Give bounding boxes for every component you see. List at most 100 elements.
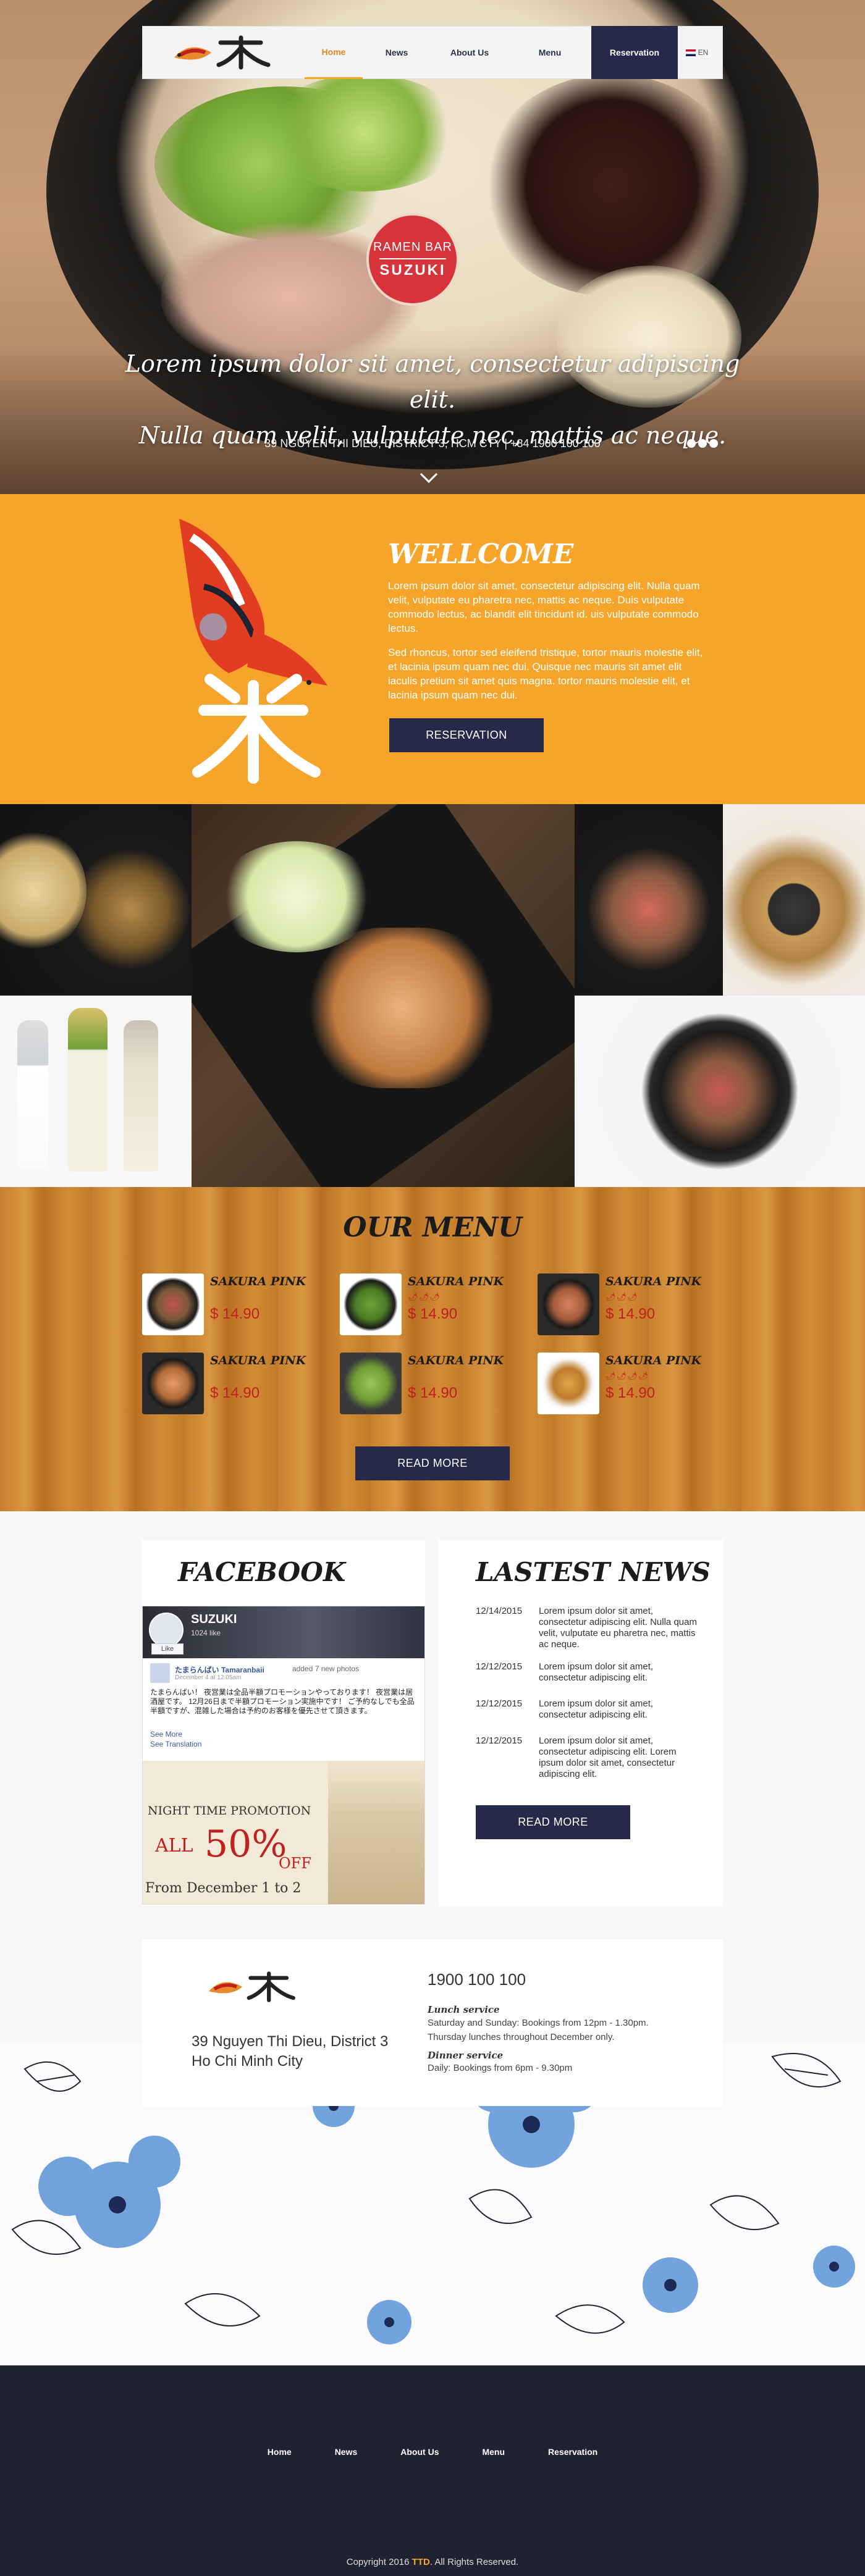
menu-item-chili-icon: 🌶🌶🌶	[606, 1292, 638, 1301]
menu-item-chili-icon: 🌶🌶🌶🌶	[606, 1371, 649, 1380]
welcome-section: WELLCOME Lorem ipsum dolor sit amet, con…	[0, 494, 865, 804]
lunch-service-line-1: Saturday and Sunday: Bookings from 12pm …	[428, 2018, 649, 2028]
promo-image-2[interactable]	[328, 1761, 424, 1904]
menu-item-image	[538, 1353, 599, 1414]
promo-off: OFF	[279, 1855, 311, 1872]
facebook-page-name: SUZUKI	[191, 1613, 237, 1626]
news-item[interactable]: 12/14/2015 Lorem ipsum dolor sit amet, c…	[476, 1606, 698, 1650]
copyright: Copyright 2016 TTD. All Rights Reserved.	[0, 2557, 865, 2567]
promo-title: NIGHT TIME PROMOTION	[148, 1804, 311, 1818]
site-logo[interactable]	[143, 26, 305, 79]
menu-item-price: $ 14.90	[606, 1306, 656, 1322]
news-date: 12/12/2015	[476, 1661, 523, 1672]
menu-item-price: $ 14.90	[408, 1306, 458, 1322]
slider-dot[interactable]	[687, 439, 696, 448]
language-selector[interactable]: EN	[678, 26, 716, 79]
footer-nav-home[interactable]: Home	[268, 2447, 292, 2457]
copyright-brand[interactable]: TTD	[412, 2557, 430, 2567]
news-date: 12/12/2015	[476, 1735, 523, 1746]
post-date: December 4 at 12:05am	[175, 1674, 242, 1681]
news-item[interactable]: 12/12/2015 Lorem ipsum dolor sit amet, c…	[476, 1698, 698, 1723]
news-read-more-button[interactable]: READ MORE	[476, 1805, 630, 1839]
reservation-button[interactable]: RESERVATION	[389, 718, 544, 752]
nav-news[interactable]: News	[363, 26, 431, 79]
promo-image[interactable]: NIGHT TIME PROMOTION ALL 50% OFF From De…	[143, 1761, 328, 1904]
footer-nav-menu[interactable]: Menu	[482, 2447, 505, 2457]
menu-title: OUR MENU	[343, 1212, 522, 1243]
facebook-like-button[interactable]: Like	[151, 1643, 184, 1655]
nav-menu[interactable]: Menu	[508, 26, 591, 79]
news-date: 12/12/2015	[476, 1698, 523, 1709]
facebook-panel: FACEBOOK SUZUKI 1024 like Like たまらんばい Ta…	[142, 1540, 425, 1906]
menu-item-name: SAKURA PINK	[606, 1275, 702, 1288]
news-text: Lorem ipsum dolor sit amet, consectetur …	[539, 1735, 677, 1779]
menu-item[interactable]: SAKURA PINK 🌶🌶🌶 $ 14.90	[538, 1273, 735, 1335]
menu-item-name: SAKURA PINK	[408, 1275, 504, 1288]
promo-percent: 50%	[205, 1823, 287, 1866]
gallery-image-seaweed-bowl[interactable]	[723, 804, 865, 996]
dinner-service-title: Dinner service	[428, 2050, 504, 2061]
promo-dates: From December 1 to 2	[145, 1881, 302, 1896]
menu-read-more-button[interactable]: READ MORE	[355, 1446, 510, 1480]
contact-address-line-1: 39 Nguyen Thi Dieu, District 3	[192, 2033, 389, 2050]
menu-item[interactable]: SAKURA PINK $ 14.90	[340, 1353, 538, 1414]
news-item[interactable]: 12/12/2015 Lorem ipsum dolor sit amet, c…	[476, 1735, 698, 1780]
see-more-link[interactable]: See More	[150, 1730, 182, 1739]
scallions-image-2	[266, 74, 463, 191]
facebook-widget[interactable]: SUZUKI 1024 like Like たまらんばい Tamaranbaii…	[142, 1606, 425, 1905]
nav-about-us[interactable]: About Us	[431, 26, 508, 79]
badge-top-text: RAMEN BAR	[373, 240, 452, 254]
contact-phone[interactable]: 1900 100 100	[428, 1970, 526, 1989]
dinner-service-line-1: Daily: Bookings from 6pm - 9.30pm	[428, 2063, 573, 2073]
welcome-title: WELLCOME	[388, 539, 574, 570]
news-date: 12/14/2015	[476, 1606, 523, 1616]
lunch-service-line-2: Thursday lunches throughout December onl…	[428, 2032, 615, 2042]
language-label: EN	[698, 48, 709, 57]
menu-item-image	[538, 1273, 599, 1335]
slider-dot[interactable]	[709, 439, 718, 448]
gallery-image-sake-bottles[interactable]	[0, 996, 192, 1187]
footer-nav-reservation[interactable]: Reservation	[548, 2447, 597, 2457]
ramen-bar-badge: RAMEN BAR SUZUKI	[366, 213, 459, 306]
menu-item-image	[340, 1273, 402, 1335]
see-translation-link[interactable]: See Translation	[150, 1740, 201, 1748]
gallery-image-gyoza[interactable]	[192, 804, 575, 1187]
menu-item[interactable]: SAKURA PINK 🌶🌶🌶🌶 $ 14.90	[538, 1353, 735, 1414]
welcome-paragraph-2: Sed rhoncus, tortor sed eleifend tristiq…	[388, 647, 703, 701]
hero-section: Home News About Us Menu Reservation EN R…	[0, 0, 865, 494]
menu-item-image	[340, 1353, 402, 1414]
uk-flag-icon	[685, 49, 696, 56]
footer-nav-news[interactable]: News	[335, 2447, 358, 2457]
facebook-cover: SUZUKI 1024 like Like	[143, 1606, 424, 1658]
gallery-image-sashimi-don[interactable]	[575, 804, 723, 996]
slider-dot[interactable]	[698, 439, 707, 448]
koi-calligraphy-illustration	[179, 519, 327, 784]
facebook-avatar	[149, 1613, 184, 1647]
footer-nav-about-us[interactable]: About Us	[400, 2447, 439, 2457]
poster-name[interactable]: たまらんばい Tamaranbaii	[175, 1664, 264, 1675]
news-item[interactable]: 12/12/2015 Lorem ipsum dolor sit amet, c…	[476, 1661, 698, 1686]
menu-item-price: $ 14.90	[210, 1385, 260, 1401]
menu-item-image	[142, 1273, 204, 1335]
news-text: Lorem ipsum dolor sit amet, consectetur …	[539, 1698, 654, 1720]
menu-item[interactable]: SAKURA PINK $ 14.90	[142, 1273, 340, 1335]
news-text: Lorem ipsum dolor sit amet, consectetur …	[539, 1661, 654, 1683]
footer: Home News About Us Menu Reservation Copy…	[0, 2365, 865, 2576]
nav-reservation[interactable]: Reservation	[591, 26, 678, 79]
menu-item-price: $ 14.90	[606, 1385, 656, 1401]
menu-item-image	[142, 1353, 204, 1414]
promo-all: ALL	[155, 1835, 193, 1856]
copyright-suffix: . All Rights Reserved.	[429, 2557, 519, 2567]
menu-item[interactable]: SAKURA PINK $ 14.90	[142, 1353, 340, 1414]
menu-item[interactable]: SAKURA PINK 🌶🌶🌶 $ 14.90	[340, 1273, 538, 1335]
menu-item-price: $ 14.90	[210, 1306, 260, 1322]
lunch-service-title: Lunch service	[428, 2004, 500, 2015]
gallery-image-ramen-bowls[interactable]	[0, 804, 192, 996]
badge-brand-text: SUZUKI	[379, 258, 446, 279]
nav-home[interactable]: Home	[305, 26, 363, 79]
news-text: Lorem ipsum dolor sit amet, consectetur …	[539, 1606, 697, 1650]
facebook-title: FACEBOOK	[178, 1557, 346, 1587]
contact-logo	[209, 1971, 295, 2002]
gallery-image-beef-bowl[interactable]	[575, 996, 865, 1187]
menu-item-name: SAKURA PINK	[210, 1354, 306, 1367]
